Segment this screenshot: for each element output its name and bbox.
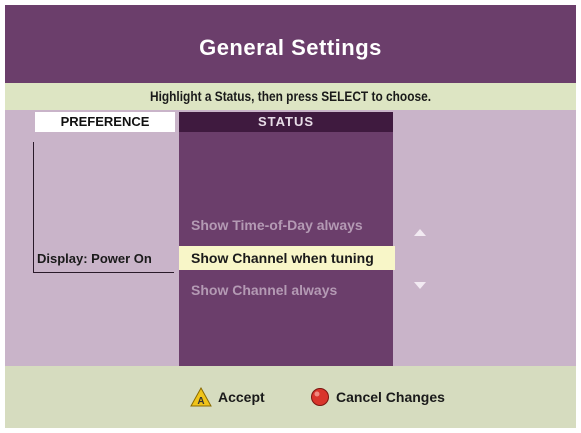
page-title: General Settings	[199, 35, 382, 60]
preference-label: Display: Power On	[37, 251, 152, 266]
instruction-bar: Highlight a Status, then press SELECT to…	[5, 83, 576, 110]
accept-button[interactable]: A Accept	[190, 386, 265, 408]
instruction-text: Highlight a Status, then press SELECT to…	[149, 88, 432, 104]
status-column-header: STATUS	[179, 112, 393, 132]
arrow-up-icon[interactable]	[413, 228, 427, 238]
status-option-selected[interactable]: Show Channel when tuning	[179, 246, 395, 270]
yellow-triangle-a-icon: A	[190, 387, 212, 407]
cancel-label: Cancel Changes	[336, 389, 445, 405]
title-bar: General Settings	[5, 5, 576, 83]
svg-text:A: A	[197, 396, 204, 407]
preference-column-header: PREFERENCE	[35, 112, 175, 132]
tv-settings-screen: General Settings Highlight a Status, the…	[5, 5, 576, 428]
status-option[interactable]: Show Channel always	[179, 278, 393, 302]
accept-label: Accept	[218, 389, 265, 405]
settings-body: PREFERENCE STATUS Display: Power On Show…	[5, 110, 576, 366]
status-option[interactable]: Show Time-of-Day always	[179, 213, 393, 237]
red-circle-icon	[311, 388, 329, 406]
arrow-down-icon[interactable]	[413, 280, 427, 290]
cancel-changes-button[interactable]: Cancel Changes	[310, 386, 445, 408]
footer: A Accept Cancel Changes	[5, 366, 576, 428]
